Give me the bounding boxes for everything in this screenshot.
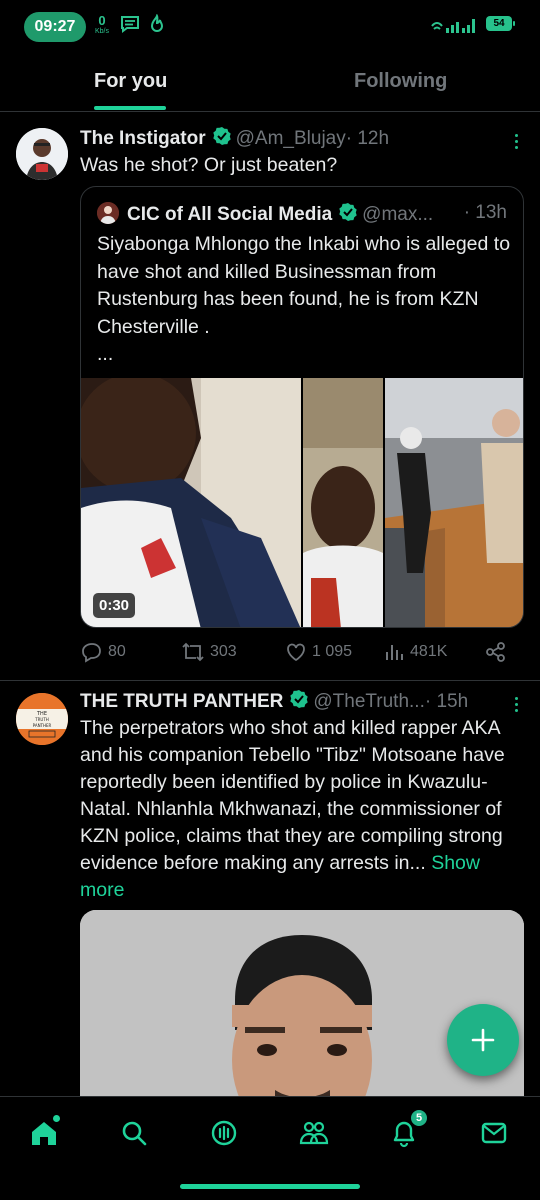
display-name[interactable]: The Instigator [80,128,206,149]
video-player[interactable]: 0:30 [81,373,524,628]
reply-count: 80 [108,643,126,660]
gesture-bar[interactable] [180,1184,360,1189]
compose-post-button[interactable] [447,1004,519,1076]
quoted-text-ellipsis: ... [97,343,114,365]
post-actions: 80 303 1 095 481K [80,640,520,668]
nav-home[interactable] [26,1115,62,1151]
repost-count: 303 [210,643,237,660]
network-speed: 0 Kb/s [94,13,109,35]
tab-for-you[interactable]: For you [94,70,167,93]
nav-communities[interactable] [296,1115,332,1151]
clock: 09:27 [24,12,86,42]
signal-icon [431,19,475,33]
handle[interactable]: @Am_Blujay [236,128,346,149]
post-text: Was he shot? Or just beaten? [80,154,338,176]
quoted-post-text: Siyabonga Mhlongo the Inkabi who is alle… [97,231,512,369]
quoted-post[interactable]: CIC of All Social Media @max... · 13h Siy… [80,186,524,628]
video-thumbnail[interactable] [81,373,524,628]
heart-icon [287,643,305,662]
message-icon [121,16,139,33]
svg-text:TRUTH: TRUTH [34,717,49,722]
repost-icon [182,642,204,662]
nav-messages[interactable] [476,1115,512,1151]
active-tab-indicator [94,106,166,110]
verified-badge-icon [290,690,309,708]
post-header: THE TRUTH PANTHER @TheTruth...· 15h [80,689,468,713]
spaces-icon [211,1120,237,1146]
nav-grok[interactable] [206,1115,242,1151]
app-notification-icon [150,14,164,32]
plus-icon [471,1028,495,1052]
repost-button[interactable]: 303 [180,640,237,664]
handle[interactable]: @TheTruth... [313,691,425,712]
communities-icon [299,1121,329,1145]
quoted-display-name: CIC of All Social Media [127,204,333,225]
mail-icon [481,1122,507,1144]
post-text: The perpetrators who shot and killed rap… [80,717,505,901]
avatar[interactable]: THE TRUTH PANTHER [16,693,68,745]
tab-following[interactable]: Following [354,70,447,93]
more-options-icon[interactable] [515,697,518,715]
post-time: · 15h [424,691,469,712]
more-options-icon[interactable] [515,134,518,152]
post-photo[interactable] [80,910,524,1096]
quoted-avatar [97,202,119,224]
like-count: 1 095 [312,643,353,660]
post[interactable]: The Instigator @Am_Blujay· 12h Was he sho… [0,112,540,682]
home-unread-dot [53,1115,60,1122]
reply-icon [82,643,101,663]
quoted-post-time: · 13h [463,202,507,223]
status-bar: 09:27 0 Kb/s 54 [0,0,540,56]
home-icon [32,1122,56,1145]
search-icon [122,1121,147,1146]
verified-badge-icon [212,127,231,145]
views-button[interactable]: 481K [384,640,447,664]
nav-notifications[interactable]: 5 [386,1109,428,1151]
timeline-tabs: For you Following [0,56,540,112]
avatar[interactable] [16,128,68,180]
views-icon [386,645,403,660]
share-button[interactable] [484,640,512,664]
post-image[interactable] [80,910,524,1096]
reply-button[interactable]: 80 [80,640,126,664]
post-time: · 12h [345,128,390,149]
video-duration: 0:30 [93,593,136,618]
display-name[interactable]: THE TRUTH PANTHER [80,691,283,712]
view-count: 481K [410,643,448,660]
nav-search[interactable] [116,1115,152,1151]
notifications-badge: 5 [410,1109,428,1127]
svg-text:PANTHER: PANTHER [33,723,52,728]
like-button[interactable]: 1 095 [284,640,352,664]
battery-icon: 54 [486,16,515,31]
verified-badge-icon [339,203,357,221]
share-icon [486,642,505,662]
post-header: The Instigator @Am_Blujay· 12h [80,126,389,150]
bottom-navigation: 5 [0,1096,540,1200]
quoted-handle: @max... [362,204,434,225]
quoted-post-header: CIC of All Social Media @max... [97,202,433,226]
